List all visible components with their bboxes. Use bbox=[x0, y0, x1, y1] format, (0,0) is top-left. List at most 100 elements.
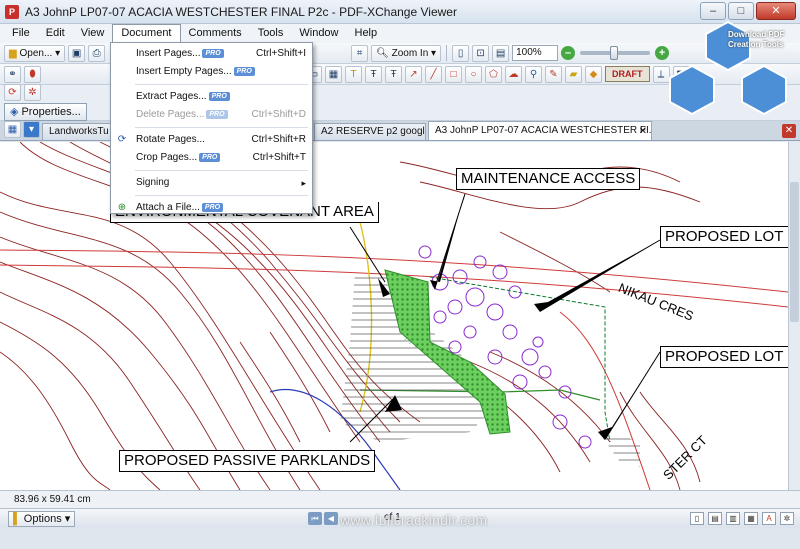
typewriter-button[interactable]: T bbox=[345, 65, 362, 83]
highlighter-icon: ▰ bbox=[569, 68, 578, 80]
options-button[interactable]: ▌ Options ▾ bbox=[8, 510, 76, 527]
fit-width-button[interactable]: ⊡ bbox=[472, 44, 490, 62]
highlighter-button[interactable]: ▰ bbox=[565, 65, 582, 83]
select-tool-button[interactable]: ⌗ bbox=[351, 44, 369, 62]
fit-page-icon: ▯ bbox=[457, 47, 464, 59]
text-insert-button[interactable]: Ŧ bbox=[385, 65, 402, 83]
menu-crop-pages[interactable]: Crop Pages... PRO Ctrl+Shift+T bbox=[111, 149, 312, 167]
close-button[interactable]: ✕ bbox=[756, 2, 796, 20]
properties-button[interactable]: ◈ Properties... bbox=[4, 103, 87, 121]
maximize-button[interactable]: □ bbox=[728, 2, 754, 20]
tab-list-button[interactable]: ▾ bbox=[23, 121, 40, 138]
menu-attach-file[interactable]: ⊕ Attach a File... PRO bbox=[111, 199, 312, 217]
actual-size-icon: ▤ bbox=[495, 47, 506, 59]
menu-extract-pages[interactable]: Extract Pages... PRO bbox=[111, 88, 312, 106]
shortcut: Ctrl+Shift+D bbox=[251, 109, 306, 120]
zoom-in-button[interactable]: 🔍︎ Zoom In ▾ bbox=[371, 44, 442, 62]
facing-continuous-icon[interactable]: ▦ bbox=[744, 512, 758, 525]
typewriter-icon: T bbox=[350, 68, 357, 80]
fit-page-button[interactable]: ▯ bbox=[452, 44, 470, 62]
minimize-button[interactable]: – bbox=[700, 2, 726, 20]
menu-window[interactable]: Window bbox=[291, 24, 346, 43]
rotate-tool-button[interactable]: ⟳ bbox=[4, 84, 21, 101]
single-page-icon[interactable]: ▯ bbox=[690, 512, 704, 525]
pro-badge: PRO bbox=[201, 202, 224, 212]
draft-stamp-button[interactable]: DRAFT bbox=[605, 66, 650, 82]
menu-signing[interactable]: Signing ▸ bbox=[111, 174, 312, 192]
callout-button[interactable]: ▦ bbox=[325, 65, 342, 83]
window-controls: – □ ✕ bbox=[700, 2, 796, 20]
separator bbox=[446, 45, 448, 61]
link-tool-button[interactable]: ⚭ bbox=[4, 65, 21, 83]
cloud-tool-button[interactable]: ☁ bbox=[505, 65, 522, 83]
menu-rotate-pages[interactable]: ⟳ Rotate Pages... Ctrl+Shift+R bbox=[111, 131, 312, 149]
menu-delete-pages[interactable]: Delete Pages... PRO Ctrl+Shift+D bbox=[111, 106, 312, 124]
arrow-icon: ↗ bbox=[409, 68, 418, 80]
eraser-button[interactable]: ◆ bbox=[585, 65, 602, 83]
insert-pages-label: Insert Pages... bbox=[136, 48, 201, 59]
text-cross-button[interactable]: Ŧ bbox=[365, 65, 382, 83]
actual-size-button[interactable]: ▤ bbox=[492, 44, 510, 62]
pro-badge: PRO bbox=[202, 48, 224, 58]
tab-close-icon[interactable]: ✕ bbox=[639, 123, 647, 140]
zoom-out-icon[interactable]: – bbox=[561, 46, 576, 60]
arrow-tool-button[interactable]: ↗ bbox=[405, 65, 422, 83]
polygon-tool-button[interactable]: ⬠ bbox=[485, 65, 502, 83]
tab-label: A3 JohnP LP07-07 ACACIA WESTCHESTER FI..… bbox=[435, 125, 652, 136]
rotate-icon: ⟳ bbox=[8, 87, 17, 98]
eraser-icon: ◆ bbox=[589, 68, 598, 80]
pencil-tool-button[interactable]: ✎ bbox=[545, 65, 562, 83]
text-cross-icon: Ŧ bbox=[370, 68, 377, 80]
rotate-pages-icon: ⟳ bbox=[117, 134, 127, 145]
menu-file[interactable]: File bbox=[4, 24, 38, 43]
first-page-icon[interactable]: ⏮ bbox=[308, 512, 322, 525]
menu-edit[interactable]: Edit bbox=[38, 24, 73, 43]
menu-insert-pages[interactable]: Insert Pages... PRO Ctrl+Shift+I bbox=[111, 45, 312, 63]
logo-text: Download PDF Creation Tools bbox=[728, 30, 784, 50]
rectangle-tool-button[interactable]: □ bbox=[445, 65, 462, 83]
zoom-slider-knob[interactable] bbox=[610, 46, 619, 60]
zoom-level-field[interactable]: 100% bbox=[512, 45, 559, 61]
pin-tool-button[interactable]: ⚲ bbox=[525, 65, 542, 83]
app-window: P A3 JohnP LP07-07 ACACIA WESTCHESTER FI… bbox=[0, 0, 800, 549]
zoom-slider[interactable] bbox=[580, 46, 651, 60]
zoom-icon: 🔍︎ bbox=[376, 47, 389, 59]
menu-insert-empty-pages[interactable]: Insert Empty Pages... PRO bbox=[111, 63, 312, 81]
status-bar: 83.96 x 59.41 cm bbox=[0, 490, 800, 508]
stamp-icon: ⬮ bbox=[29, 68, 36, 80]
save-icon: ▣ bbox=[71, 47, 82, 59]
submenu-arrow-icon: ▸ bbox=[301, 178, 306, 188]
menu-comments[interactable]: Comments bbox=[181, 24, 250, 43]
fit-width-icon: ⊡ bbox=[476, 47, 485, 59]
previous-page-icon[interactable]: ◀ bbox=[324, 512, 338, 525]
menu-help[interactable]: Help bbox=[347, 24, 386, 43]
print-button[interactable]: ⎙ bbox=[88, 44, 106, 62]
attach-file-label: Attach a File... bbox=[136, 202, 200, 213]
options-icon: ▌ bbox=[13, 512, 21, 525]
signing-label: Signing bbox=[136, 177, 170, 188]
rotate-pages-label: Rotate Pages... bbox=[136, 134, 205, 145]
attach-file-icon: ⊕ bbox=[117, 202, 127, 213]
settings-icon[interactable]: ✲ bbox=[780, 512, 794, 525]
pdf-export-icon[interactable]: A bbox=[762, 512, 776, 525]
menu-view[interactable]: View bbox=[73, 24, 113, 43]
facing-icon[interactable]: ▥ bbox=[726, 512, 740, 525]
vertical-scrollbar[interactable] bbox=[788, 142, 800, 490]
ellipse-tool-button[interactable]: ○ bbox=[465, 65, 482, 83]
line-tool-button[interactable]: ╱ bbox=[425, 65, 442, 83]
continuous-icon[interactable]: ▤ bbox=[708, 512, 722, 525]
settings-tool-button[interactable]: ✲ bbox=[24, 84, 41, 101]
vertical-scroll-thumb[interactable] bbox=[790, 182, 799, 322]
logo-line-1: Download PDF bbox=[728, 30, 785, 39]
menu-document[interactable]: Document bbox=[112, 24, 181, 43]
text-insert-icon: Ŧ bbox=[390, 68, 397, 80]
save-button[interactable]: ▣ bbox=[68, 44, 86, 62]
menu-tools[interactable]: Tools bbox=[250, 24, 292, 43]
stamp-tool-button[interactable]: ⬮ bbox=[24, 65, 41, 83]
tab-a2-reserve[interactable]: A2 RESERVE p2 google bbox=[314, 123, 426, 140]
open-button[interactable]: ▆ Open... ▾ bbox=[4, 44, 66, 62]
tab-a3-acacia[interactable]: A3 JohnP LP07-07 ACACIA WESTCHESTER FI..… bbox=[428, 121, 652, 140]
tab-grid-button[interactable]: ▦ bbox=[4, 121, 21, 138]
shortcut: Ctrl+Shift+T bbox=[252, 152, 306, 163]
rectangle-icon: □ bbox=[450, 68, 457, 80]
